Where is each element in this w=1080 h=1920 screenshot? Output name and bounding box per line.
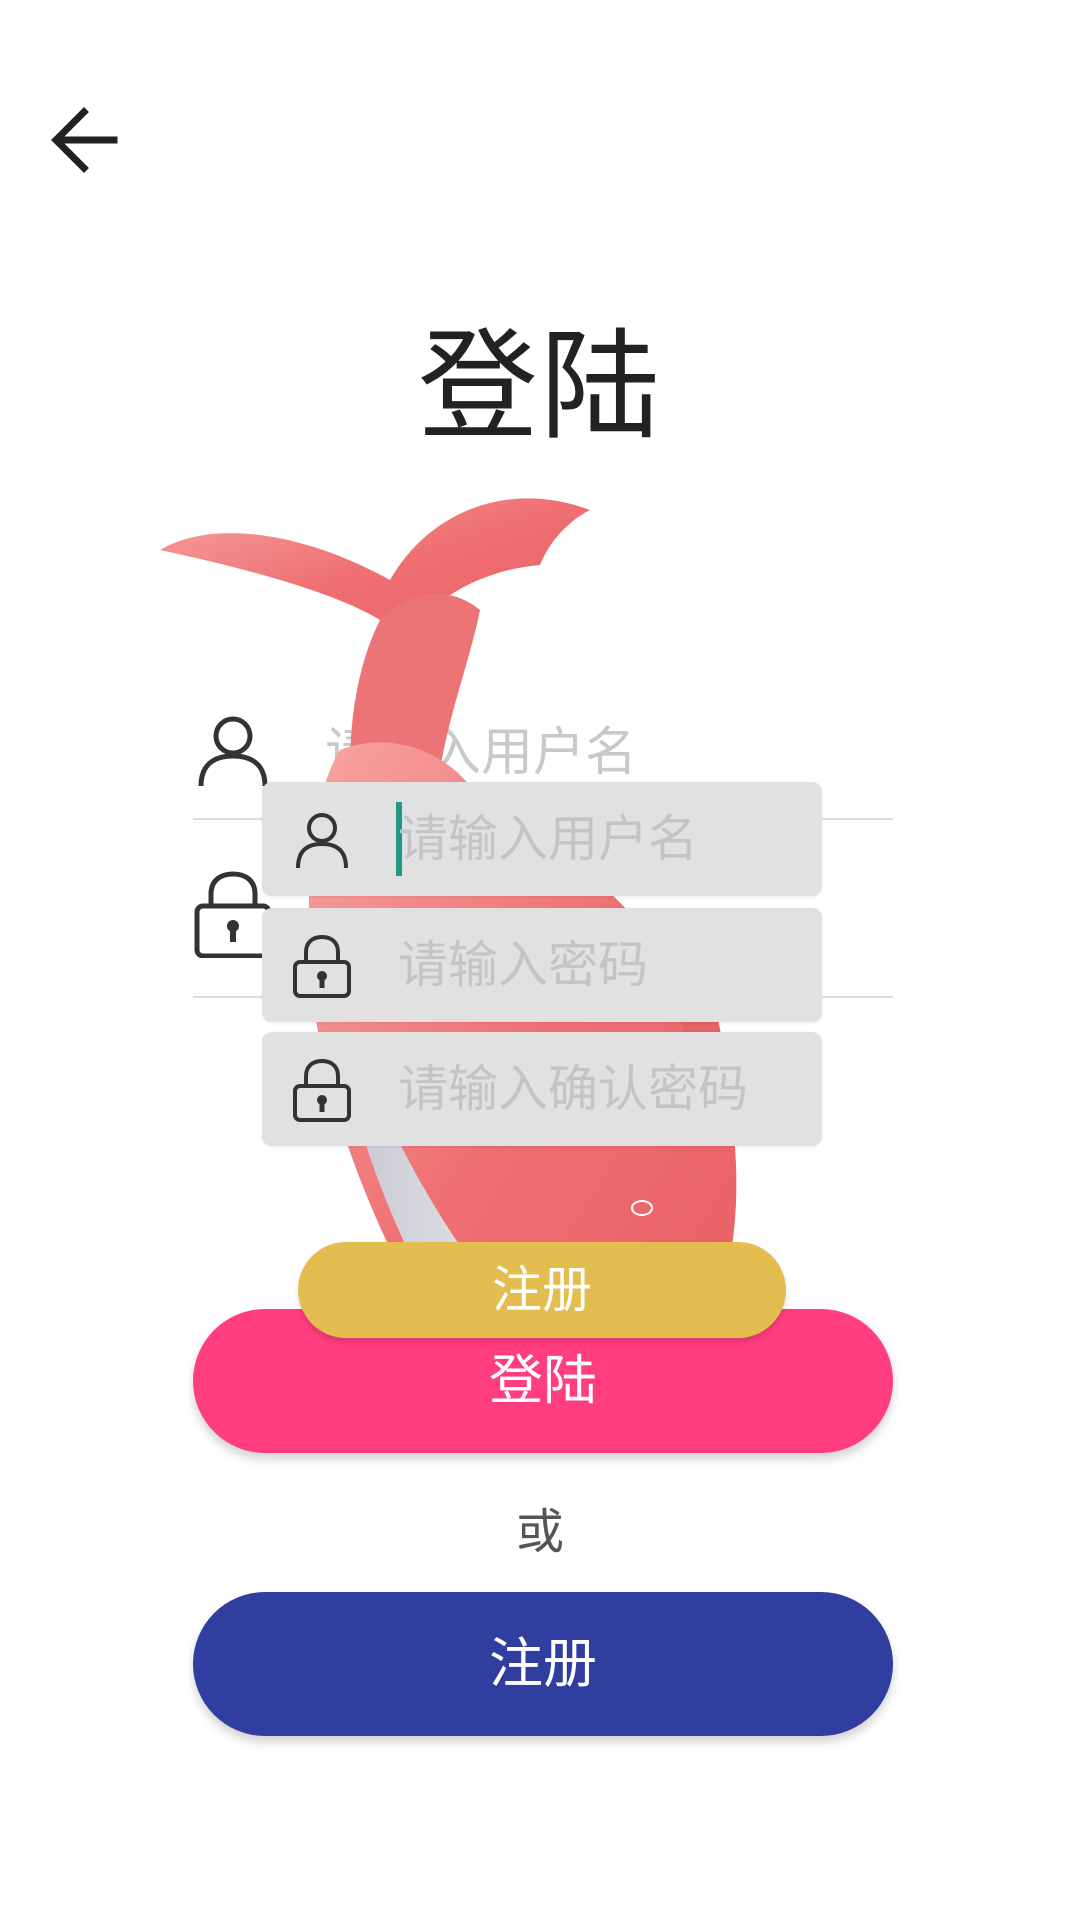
lock-icon xyxy=(293,934,351,998)
user-icon xyxy=(296,813,348,869)
register-password-field[interactable]: 请输入密码 xyxy=(262,908,822,1022)
back-button[interactable] xyxy=(40,95,130,185)
lock-icon xyxy=(293,1058,351,1122)
or-label: 或 xyxy=(515,1504,564,1560)
popup-register-button[interactable]: 注册 xyxy=(298,1242,786,1338)
page-title: 登陆 xyxy=(418,318,662,457)
arrow-left-icon xyxy=(51,107,118,173)
register-confirm-input[interactable]: 请输入确认密码 xyxy=(398,1052,798,1126)
register-password-input[interactable]: 请输入密码 xyxy=(398,928,798,1002)
login-screen: 登陆 请输入用户名 请输入用户名 请输入密码 请输入确认密码 登陆 注册 或 注… xyxy=(0,0,1080,1920)
register-username-input[interactable]: 请输入用户名 xyxy=(398,802,798,876)
register-confirm-field[interactable]: 请输入确认密码 xyxy=(262,1032,822,1146)
register-button[interactable]: 注册 xyxy=(193,1592,893,1736)
register-username-field[interactable]: 请输入用户名 xyxy=(262,782,822,896)
